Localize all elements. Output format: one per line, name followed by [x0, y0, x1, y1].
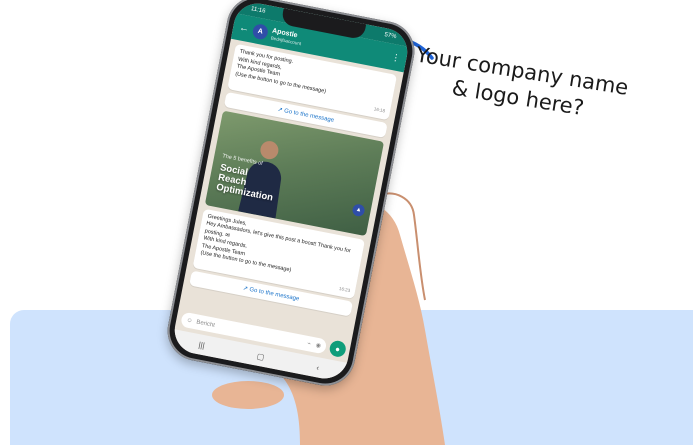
go-to-message-label: Go to the message: [248, 286, 300, 303]
apostle-logo-icon: ▲: [351, 202, 366, 217]
status-time: 11:16: [250, 6, 266, 15]
external-link-icon: ↗: [277, 106, 284, 114]
attach-icon[interactable]: ⌁: [307, 340, 312, 348]
recent-apps-button[interactable]: |||: [198, 340, 206, 350]
external-link-icon: ↗: [242, 285, 249, 293]
status-battery: 57%: [383, 32, 397, 41]
microphone-button[interactable]: ●: [328, 339, 348, 359]
go-to-message-label: Go to the message: [283, 107, 335, 124]
message-input-placeholder: Bericht: [195, 318, 216, 329]
back-button[interactable]: ‹: [316, 363, 320, 372]
home-button[interactable]: ▢: [256, 351, 265, 361]
avatar[interactable]: A: [251, 22, 270, 41]
emoji-icon[interactable]: ☺: [186, 317, 193, 324]
camera-icon[interactable]: ◉: [315, 342, 321, 350]
chat-title-group[interactable]: Apostle Bedrijfsaccount: [270, 27, 303, 46]
back-arrow-icon[interactable]: ←: [238, 22, 250, 35]
more-menu-icon[interactable]: ⋮: [390, 51, 402, 64]
